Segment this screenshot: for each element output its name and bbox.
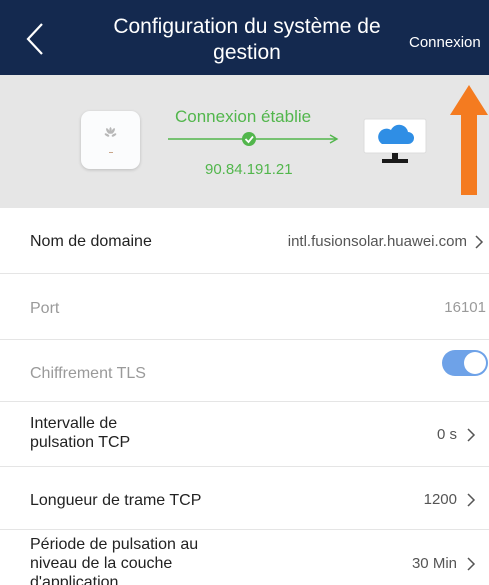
port-label: Port [30, 300, 60, 317]
chevron-right-icon [467, 493, 476, 507]
tls-label: Chiffrement TLS [30, 365, 146, 382]
tcp-heartbeat-row[interactable]: Intervalle de pulsation TCP 0 s [0, 402, 489, 467]
tcp-frame-value: 1200 [423, 491, 457, 508]
back-icon[interactable] [22, 21, 52, 57]
device-card [81, 111, 140, 169]
chevron-right-icon [475, 235, 484, 249]
domain-label: Nom de domaine [30, 233, 152, 250]
connection-arrow [168, 132, 339, 146]
tcp-frame-label: Longueur de trame TCP [30, 492, 202, 509]
annotation-arrow-icon [450, 85, 488, 195]
port-row: Port 16101 [0, 274, 489, 340]
tcp-heartbeat-value: 0 s [436, 426, 457, 443]
app-heartbeat-row[interactable]: Période de pulsation au niveau de la cou… [0, 530, 489, 585]
huawei-logo-icon [104, 127, 117, 137]
connection-status-text: Connexion établie [175, 107, 312, 126]
domain-row[interactable]: Nom de domaine intl.fusionsolar.huawei.c… [0, 208, 489, 274]
tls-toggle[interactable] [442, 350, 488, 376]
connection-status-panel: Connexion établie 90.84.191.21 [0, 75, 489, 208]
ip-address: 90.84.191.21 [205, 161, 293, 178]
check-icon [242, 132, 256, 146]
cloud-monitor-icon [363, 118, 427, 163]
page-title: Configuration du système de gestion [113, 15, 381, 64]
toggle-knob [464, 352, 486, 374]
port-value: 16101 [444, 299, 486, 316]
tcp-frame-row[interactable]: Longueur de trame TCP 1200 [0, 467, 489, 530]
app-heartbeat-value: 30 Min [411, 555, 457, 572]
tls-row: Chiffrement TLS [0, 340, 489, 402]
connect-button[interactable]: Connexion [409, 34, 481, 51]
domain-value: intl.fusionsolar.huawei.com [287, 233, 467, 250]
app-header: Configuration du système de gestion Conn… [0, 0, 489, 75]
settings-list: Nom de domaine intl.fusionsolar.huawei.c… [0, 208, 489, 585]
chevron-right-icon [467, 428, 476, 442]
app-heartbeat-label: Période de pulsation au niveau de la cou… [30, 536, 199, 585]
device-indicator [109, 152, 113, 153]
chevron-right-icon [467, 557, 476, 571]
tcp-heartbeat-label: Intervalle de pulsation TCP [30, 415, 131, 451]
